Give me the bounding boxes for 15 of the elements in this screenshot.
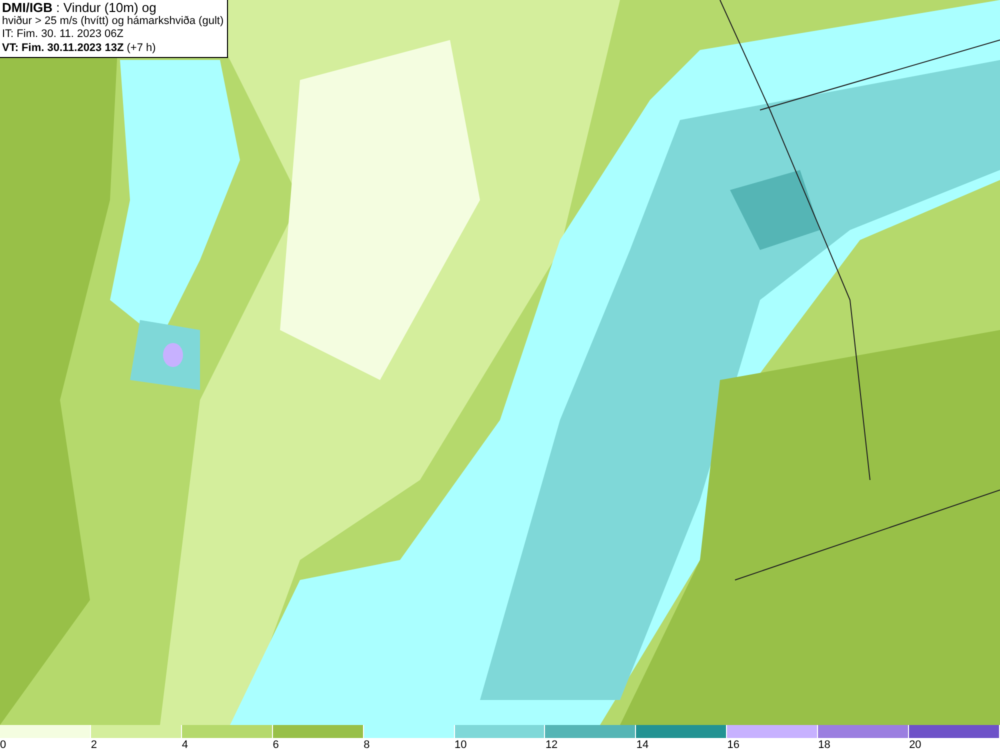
header-text: VT: Fim. 30.11.2023 13Z (+7 h) — [2, 42, 157, 55]
legend-label: 10 — [454, 738, 467, 752]
legend-label: 8 — [364, 738, 370, 752]
legend-label: 2 — [90, 738, 98, 752]
legend-label: 14 — [636, 738, 649, 752]
header-text: IT: Fim. 30. 11. 2023 06Z — [2, 28, 124, 42]
legend-label: 0 — [0, 738, 6, 752]
legend-label: 4 — [182, 738, 188, 752]
legend-label: 18 — [818, 738, 830, 752]
legend-label: 6 — [272, 738, 279, 752]
legend-label: 20 — [909, 738, 922, 752]
legend-label: 16 — [727, 738, 740, 752]
header-text: hviður > 25 m/s (hvítt) og hámarkshviða (gult) — [2, 14, 224, 28]
legend-label: 12 — [545, 738, 558, 752]
header-text: DMI/IGB : Vindur (10m) og — [2, 1, 158, 14]
